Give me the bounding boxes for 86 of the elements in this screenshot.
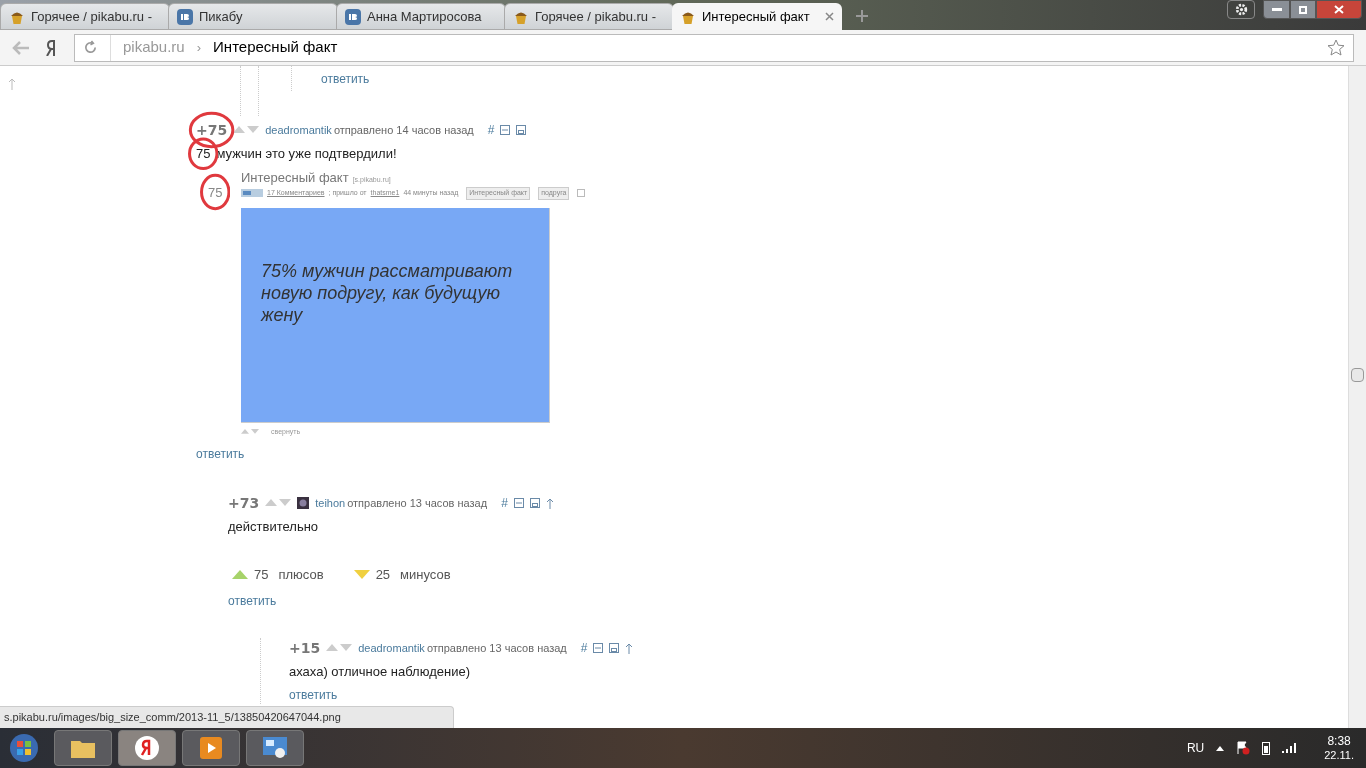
vk-icon xyxy=(177,8,193,25)
browser-tab[interactable]: Горячее / pikabu.ru - xyxy=(504,3,674,30)
post-rating: 75 xyxy=(208,184,223,200)
taskbar-app[interactable] xyxy=(54,730,112,766)
plus-label: плюсов xyxy=(278,565,324,584)
clock-time[interactable]: 8:38 xyxy=(1327,733,1351,749)
star-icon[interactable] xyxy=(1327,39,1345,56)
tab-title: Горячее / pikabu.ru - xyxy=(535,7,657,26)
control-panel-icon xyxy=(262,736,288,760)
close-button[interactable] xyxy=(1316,0,1362,19)
save-icon[interactable] xyxy=(516,125,527,135)
restore-button[interactable] xyxy=(1290,0,1316,19)
tab-title: Пикабу xyxy=(199,7,244,26)
scrollbar[interactable] xyxy=(1348,66,1366,728)
tab-title: Интересный факт xyxy=(702,7,811,26)
save-icon[interactable] xyxy=(529,498,540,508)
scroll-thumb[interactable] xyxy=(1351,368,1364,382)
browser-tab[interactable]: Горячее / pikabu.ru - xyxy=(0,3,170,30)
reply-link[interactable]: ответить xyxy=(228,592,277,610)
anchor-link[interactable]: # xyxy=(501,494,508,512)
address-bar[interactable]: pikabu.ru › Интересный факт xyxy=(74,33,1354,62)
comment-score: +15 xyxy=(289,640,321,656)
save-icon[interactable] xyxy=(609,643,620,653)
post-title[interactable]: Интересный факт xyxy=(241,167,349,187)
author-link[interactable]: deadromantik xyxy=(358,639,425,657)
windows-logo-icon xyxy=(9,733,39,763)
up-arrow-icon[interactable] xyxy=(625,642,634,654)
tray-expand-icon[interactable] xyxy=(1216,745,1225,751)
comment-text: 75 xyxy=(196,146,211,161)
close-icon xyxy=(1334,5,1344,14)
comment-score: +75 xyxy=(196,122,228,138)
anchor-link[interactable]: # xyxy=(487,121,495,139)
status-url: s.pikabu.ru/images/big_size_comm/2013-11_5/13850420647044.png xyxy=(4,710,341,726)
vk-icon xyxy=(345,8,361,25)
comment-score: +73 xyxy=(228,495,260,511)
language-indicator[interactable]: RU xyxy=(1186,739,1205,757)
tab-title: Анна Мартиросова xyxy=(367,7,483,26)
plus-count: 75 xyxy=(254,565,269,584)
yandex-logo-icon[interactable] xyxy=(46,39,58,56)
yandex-browser-icon xyxy=(134,735,160,761)
minus-count: 25 xyxy=(375,565,391,584)
up-arrow-icon[interactable] xyxy=(545,497,554,509)
vote-up-icon[interactable] xyxy=(233,126,246,134)
save-icon[interactable] xyxy=(577,189,586,198)
media-icon xyxy=(241,189,263,198)
media-player-icon xyxy=(199,736,223,760)
comment-text: действительно xyxy=(228,518,319,536)
collapse-icon[interactable] xyxy=(593,643,604,653)
url-host: pikabu.ru xyxy=(123,37,185,58)
comment-meta: отправлено 13 часов назад xyxy=(347,495,488,511)
collapse-icon[interactable] xyxy=(513,498,524,508)
close-icon[interactable] xyxy=(825,12,834,21)
reply-link[interactable]: ответить xyxy=(196,445,245,463)
minus-triangle-icon xyxy=(353,569,370,579)
signal-icon[interactable] xyxy=(1282,743,1297,753)
settings-button[interactable] xyxy=(1227,0,1255,19)
author-link[interactable]: deadromantik xyxy=(265,121,332,139)
minimize-button[interactable] xyxy=(1263,0,1290,19)
anchor-link[interactable]: # xyxy=(580,639,588,657)
browser-tab[interactable]: Пикабу xyxy=(168,3,338,30)
minus-label: минусов xyxy=(400,565,451,584)
comment-text: ахаха) отличное наблюдение) xyxy=(289,663,470,681)
browser-tab[interactable]: Анна Мартиросова xyxy=(336,3,506,30)
image-text: 75% мужчин рассматривают новую подругу, как будущую жену xyxy=(261,259,514,326)
browser-tab[interactable]: Интересный факт xyxy=(672,3,842,30)
url-separator: › xyxy=(196,38,202,57)
taskbar-app[interactable] xyxy=(246,730,304,766)
annotation-circle xyxy=(200,171,231,212)
clock-date[interactable]: 22.11. xyxy=(1324,748,1354,763)
page-title: Интересный факт xyxy=(213,37,338,58)
collapse-icon[interactable] xyxy=(500,125,511,135)
reload-icon[interactable] xyxy=(83,40,98,55)
taskbar-app[interactable] xyxy=(118,730,176,766)
flag-icon[interactable] xyxy=(1236,741,1251,755)
plus-triangle-icon xyxy=(232,569,248,579)
scroll-top-icon[interactable] xyxy=(8,78,16,90)
battery-icon[interactable] xyxy=(1262,741,1271,755)
reply-link[interactable]: ответить xyxy=(289,685,338,704)
author-link[interactable]: teihon xyxy=(315,494,346,512)
settings-icon xyxy=(1234,3,1248,16)
reply-link[interactable]: ответить xyxy=(321,69,370,88)
new-tab-icon[interactable] xyxy=(856,10,868,22)
tab-title: Горячее / pikabu.ru - xyxy=(31,7,153,26)
comment-meta: отправлено 14 часов назад xyxy=(333,122,474,138)
taskbar-app[interactable] xyxy=(182,730,240,766)
comment-meta: отправлено 13 часов назад xyxy=(426,640,567,656)
